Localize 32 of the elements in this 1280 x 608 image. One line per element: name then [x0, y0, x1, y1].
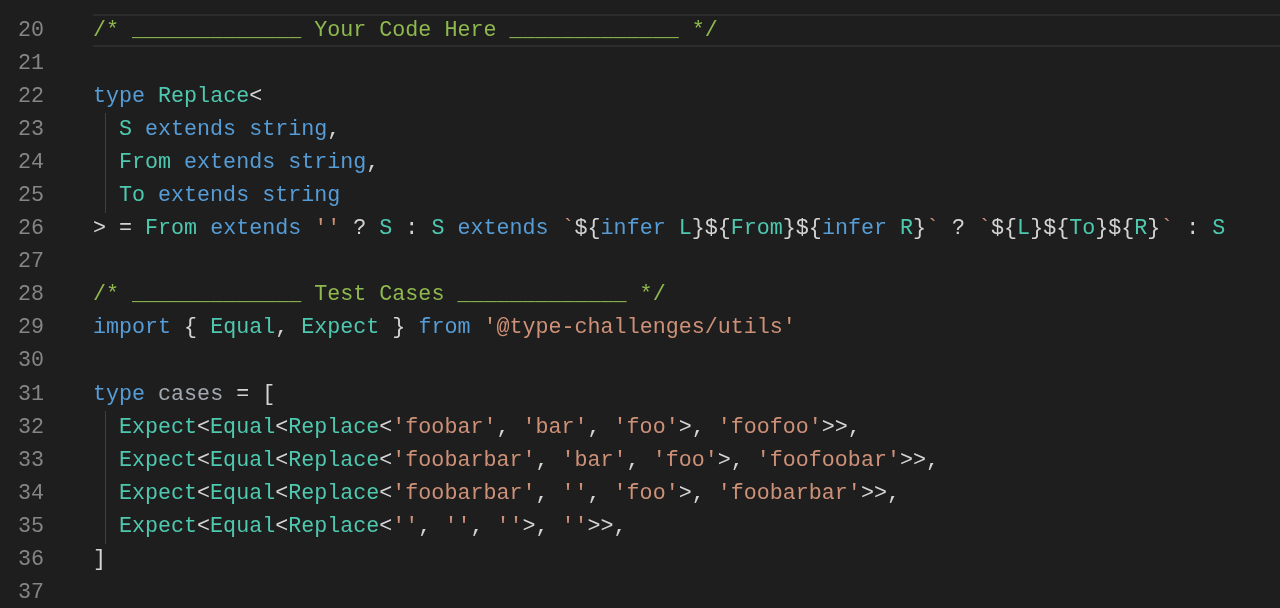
line-number: 30: [17, 348, 44, 375]
code-line: type Replace<: [93, 83, 263, 110]
line-number: 33: [17, 447, 44, 474]
line-number: 37: [17, 580, 44, 607]
code-line: To extends string: [119, 183, 341, 209]
line-number: 29: [17, 315, 44, 342]
code-line: Expect<Equal<Replace<'foobarbar', '', 'foo'>, 'foobarbar'>>,: [119, 480, 900, 507]
line-number: 21: [17, 50, 44, 77]
line-number: 31: [17, 381, 44, 408]
code-line: /* _____________ Test Cases _____________ */: [93, 282, 666, 309]
code-line: import { Equal, Expect } from '@type-challenges/utils': [93, 315, 796, 342]
line-number: 35: [17, 513, 44, 540]
line-number: 24: [17, 149, 44, 176]
code-line: Expect<Equal<Replace<'foobarbar', 'bar', 'foo'>, 'foofoobar'>>,: [119, 447, 939, 474]
code-line: Expect<Equal<Replace<'foobar', 'bar', 'foo'>, 'foofoo'>>,: [119, 414, 861, 441]
line-number: 23: [17, 116, 44, 143]
line-number: 26: [17, 216, 44, 243]
code-line: type cases = [: [93, 381, 276, 408]
line-number: 27: [17, 249, 44, 276]
line-number: 28: [17, 282, 44, 309]
code-line: Expect<Equal<Replace<'', '', ''>, ''>>,: [119, 513, 627, 540]
line-number: 25: [17, 183, 44, 209]
code-line: S extends string,: [119, 116, 341, 143]
code-line: ]: [93, 547, 106, 574]
line-number: 34: [17, 480, 44, 507]
line-number: 32: [17, 414, 44, 441]
line-number: 20: [17, 17, 44, 44]
line-number: 22: [17, 83, 44, 110]
line-number: 36: [17, 547, 44, 574]
code-line: /* _____________ Your Code Here _____________ */: [93, 17, 718, 44]
code-line: From extends string,: [119, 149, 380, 176]
code-line: > = From extends '' ? S : S extends `${infer L}${From}${infer R}` ? `${L}${To}${R}` : S: [93, 216, 1226, 243]
